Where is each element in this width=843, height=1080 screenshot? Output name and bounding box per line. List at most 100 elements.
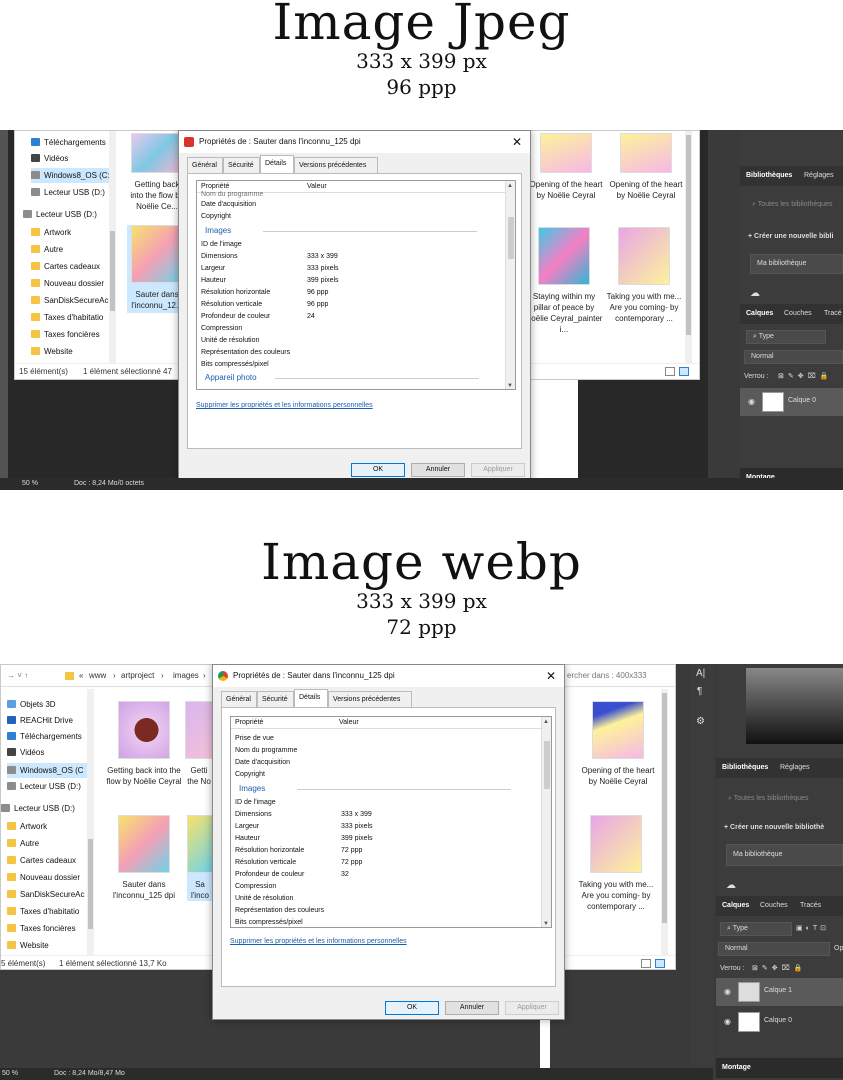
library-search-input[interactable]: ⌕ Toutes les bibliothèques [746, 196, 843, 214]
nav-item[interactable]: Nouveau dossier [7, 870, 80, 885]
close-icon[interactable]: ✕ [512, 131, 522, 153]
tab-security[interactable]: Sécurité [223, 157, 260, 173]
nav-item[interactable]: Objets 3D [7, 697, 56, 712]
breadcrumb-www[interactable]: www [89, 665, 106, 687]
property-row[interactable]: Unité de résolution [235, 893, 293, 905]
nav-item[interactable]: Windows8_OS (C: [31, 168, 110, 183]
property-row[interactable]: Dimensions 333 x 399 [235, 809, 372, 821]
ps-toolbar[interactable] [0, 130, 8, 490]
color-picker-gradient[interactable] [746, 668, 843, 744]
view-toggle-icon[interactable] [641, 959, 651, 968]
property-scrollbar[interactable]: ▲ ▼ [541, 717, 551, 927]
nav-item[interactable]: Taxes foncières [31, 327, 100, 342]
tab-general[interactable]: Général [221, 691, 257, 707]
nav-item[interactable]: Artwork [7, 819, 47, 834]
property-row[interactable]: Profondeur de couleur 32 [235, 869, 349, 881]
file-tile[interactable]: Sauter dans l'inconnu_125 dpi [105, 815, 183, 901]
content-scrollbar[interactable] [661, 689, 668, 955]
layer-filter-select[interactable]: ⌕ Type [746, 330, 826, 344]
property-row[interactable]: ID de l'image [235, 797, 276, 809]
property-row[interactable]: Bits compressés/pixel [235, 917, 303, 927]
tab-layers[interactable]: Calques [722, 896, 749, 916]
nav-item[interactable]: Lecteur USB (D:) [1, 801, 75, 816]
property-row[interactable]: Profondeur de couleur 24 [201, 311, 315, 323]
tab-details[interactable]: Détails [260, 155, 294, 173]
property-list[interactable]: Propriété Valeur Nom du programme Date d… [196, 180, 516, 390]
remove-properties-link[interactable]: Supprimer les propriétés et les informat… [230, 938, 407, 945]
tab-paths[interactable]: Tracé [824, 304, 842, 324]
tab-general[interactable]: Général [187, 157, 223, 173]
zoom-level[interactable]: 50 % [2, 1068, 18, 1080]
scroll-thumb[interactable] [508, 217, 514, 259]
nav-scrollbar[interactable] [109, 131, 116, 363]
eye-icon[interactable]: ◉ [724, 1017, 731, 1026]
file-tile[interactable]: Opening of the heart by Noëlie Ceyral [607, 133, 685, 201]
ok-button[interactable]: OK [385, 1001, 439, 1015]
tab-adjustments[interactable]: Réglages [804, 166, 834, 186]
property-row[interactable]: Copyright [201, 211, 231, 223]
tab-layers[interactable]: Calques [746, 304, 773, 324]
scroll-thumb[interactable] [88, 839, 93, 929]
ps-document-canvas[interactable] [530, 370, 578, 478]
breadcrumb-images[interactable]: images [173, 665, 199, 687]
file-tile[interactable]: Getting back into the flow by Noëlie Cey… [105, 701, 183, 787]
file-tile[interactable]: Opening of the heart by Noëlie Ceyral [527, 133, 605, 201]
tab-libraries[interactable]: Bibliothèques [746, 166, 792, 186]
property-row[interactable]: Hauteur 399 pixels [235, 833, 373, 845]
apply-button[interactable]: Appliquer [505, 1001, 559, 1015]
property-list[interactable]: Propriété Valeur Prise de vue Nom du pro… [230, 716, 552, 928]
property-row[interactable]: Résolution verticale 72 ppp [235, 857, 362, 869]
ps-tool-column[interactable]: A| ¶ ⚙ [690, 664, 714, 1080]
tab-channels[interactable]: Couches [760, 896, 788, 916]
file-tile[interactable]: Sa l'inco [187, 815, 213, 901]
breadcrumb-artproject[interactable]: artproject [121, 665, 154, 687]
property-row[interactable]: Copyright [235, 769, 265, 781]
nav-item[interactable]: Vidéos [31, 151, 68, 166]
layer-row[interactable]: ◉ Calque 0 [740, 388, 843, 416]
cancel-button[interactable]: Annuler [411, 463, 465, 477]
property-row[interactable]: Représentation des couleurs [235, 905, 324, 917]
nav-item[interactable]: Website [31, 344, 73, 359]
nav-item[interactable]: Taxes d'habitatio [7, 904, 79, 919]
layer-row[interactable]: ◉ Calque 1 [716, 978, 843, 1006]
tab-libraries[interactable]: Bibliothèques [722, 758, 768, 778]
property-row[interactable]: Représentation des couleurs [201, 347, 290, 359]
nav-item[interactable]: Autre [31, 242, 63, 257]
blend-mode-select[interactable]: Normal [718, 942, 830, 956]
property-scrollbar[interactable]: ▲ ▼ [505, 181, 515, 389]
scroll-thumb[interactable] [662, 693, 667, 923]
cancel-button[interactable]: Annuler [445, 1001, 499, 1015]
nav-item[interactable]: Vidéos [7, 745, 44, 760]
nav-item[interactable]: Taxes foncières [7, 921, 76, 936]
property-row[interactable]: Prise de vue [235, 733, 274, 745]
montage-panel[interactable]: Montage [716, 1058, 843, 1078]
property-row[interactable]: Nom du programme [235, 745, 297, 757]
library-search-input[interactable]: ⌕ Toutes les bibliothèques [722, 790, 843, 808]
nav-item[interactable]: Téléchargements [31, 135, 106, 150]
property-row[interactable]: Hauteur 399 pixels [201, 275, 339, 287]
close-icon[interactable]: ✕ [546, 665, 556, 687]
scroll-down-icon[interactable]: ▼ [507, 383, 513, 389]
create-library-button[interactable]: + Créer une nouvelle bibli [748, 233, 833, 240]
property-row[interactable]: Largeur 333 pixels [235, 821, 373, 833]
eye-icon[interactable]: ◉ [748, 397, 755, 406]
tab-details[interactable]: Détails [294, 689, 328, 707]
nav-item[interactable]: SanDiskSecureAc [7, 887, 84, 902]
blend-mode-select[interactable]: Normal [744, 350, 843, 364]
file-tile[interactable]: Staying within my pillar of peace by Noë… [525, 227, 603, 335]
property-row[interactable]: ID de l'image [201, 239, 242, 251]
filter-icons[interactable]: ▣◐T⊡ [796, 924, 829, 932]
property-row[interactable]: Date d'acquisition [201, 199, 256, 211]
nav-arrows[interactable]: → ˅ ↑ [7, 665, 28, 687]
nav-item[interactable]: Lecteur USB (D:) [23, 207, 97, 222]
scroll-thumb[interactable] [544, 741, 550, 789]
search-box[interactable]: ercher dans : 400x333 [567, 665, 647, 687]
nav-item[interactable]: Taxes d'habitatio [31, 310, 103, 325]
library-select[interactable]: Ma bibliothèque [726, 844, 843, 866]
nav-item[interactable]: REACHit Drive [7, 713, 73, 728]
layer-row[interactable]: ◉ Calque 0 [716, 1008, 843, 1036]
property-row[interactable]: Unité de résolution [201, 335, 259, 347]
file-tile[interactable]: Opening of the heart by Noëlie Ceyral [579, 701, 657, 787]
nav-item[interactable]: Lecteur USB (D:) [7, 779, 81, 794]
library-select[interactable]: Ma bibliothèque [750, 254, 843, 274]
